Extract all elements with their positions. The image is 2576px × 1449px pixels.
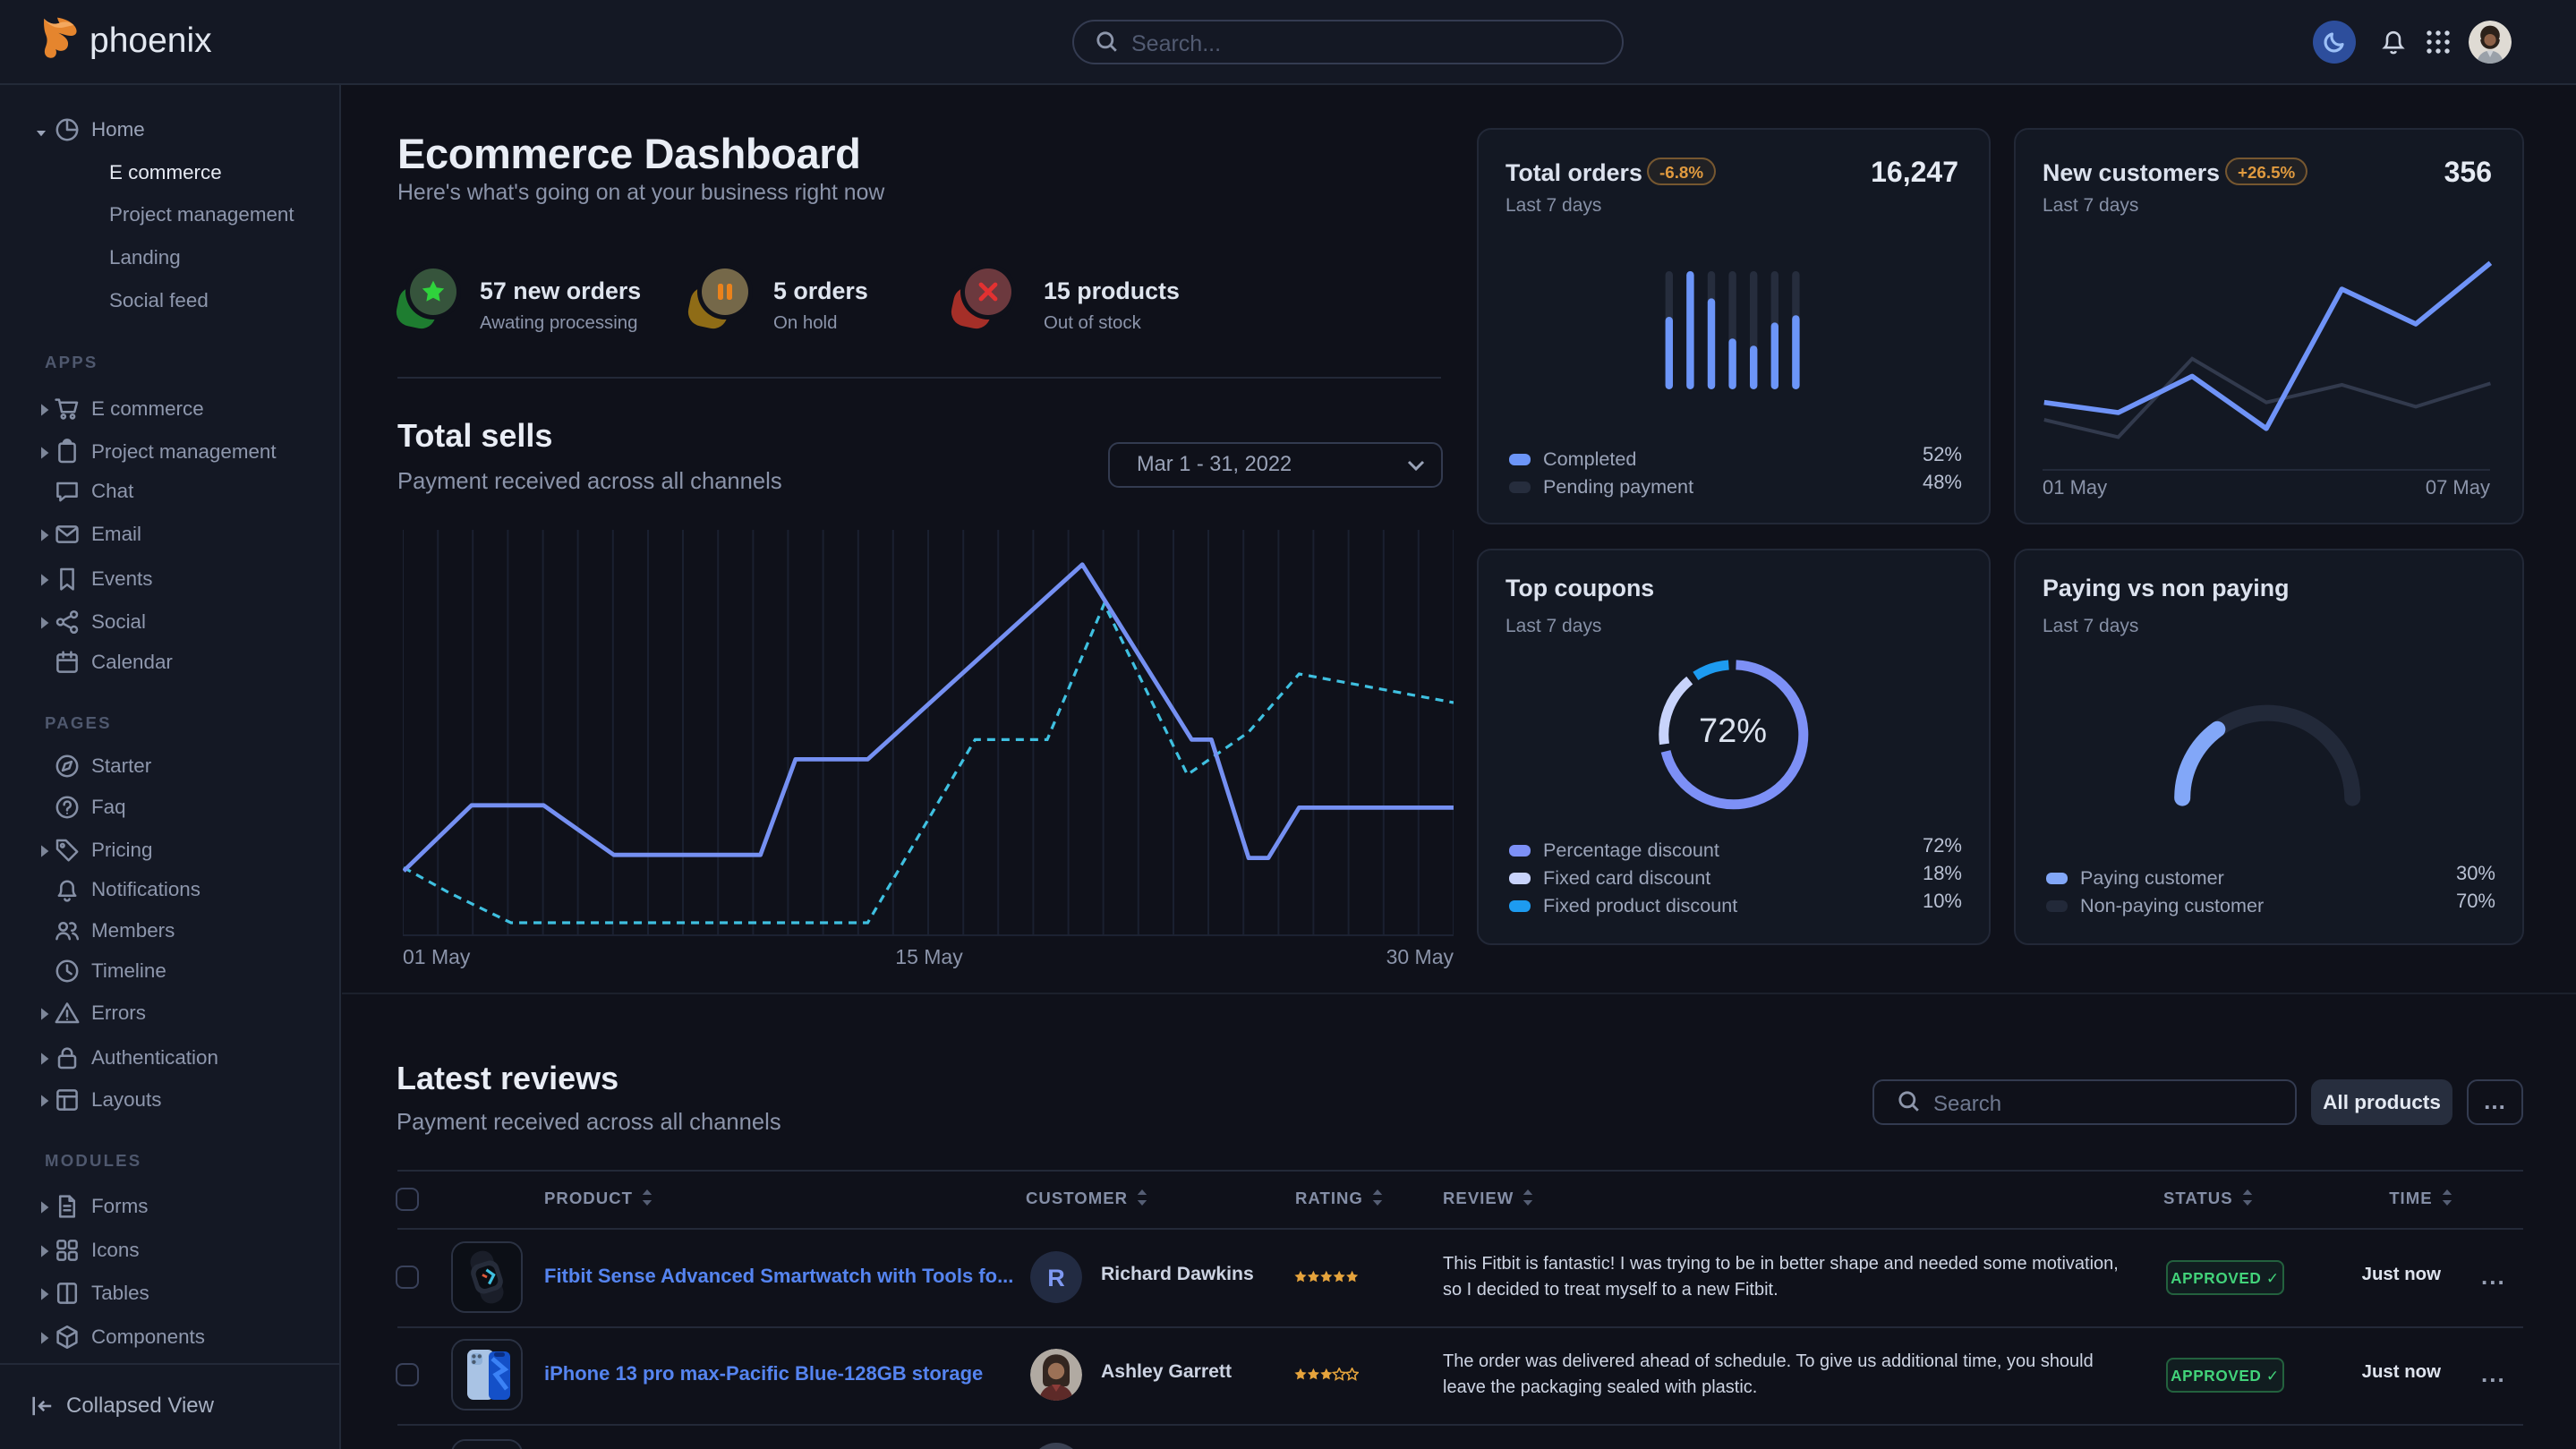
svg-text:R: R: [1047, 1265, 1065, 1291]
